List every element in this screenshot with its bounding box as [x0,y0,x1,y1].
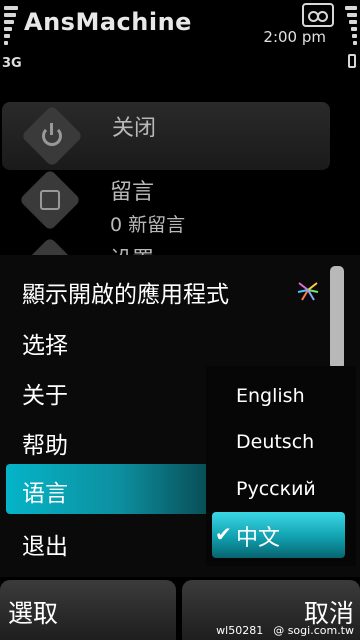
menu-scrollbar[interactable] [330,266,344,370]
menu-item-language[interactable]: 语言 [6,464,236,514]
select-softkey-label: 選取 [8,599,59,628]
select-softkey[interactable]: 選取 [0,580,176,640]
status-bar: 3G AnsMachine 2:00 pm [0,0,360,80]
list-item-messages[interactable]: 留言 0 新留言 [0,166,332,236]
menu-item-help[interactable]: 帮助 [22,426,68,460]
language-option-english[interactable]: English [236,385,305,407]
answering-machine-icon [302,3,334,27]
menu-item-show-open-apps[interactable]: 顯示開啟的應用程式 [22,275,229,309]
menu-item-exit[interactable]: 退出 [22,527,68,561]
network-type: 3G [2,56,22,71]
battery-level-icon [345,6,357,50]
power-icon [20,104,84,168]
clock: 2:00 pm [263,28,326,46]
list-item-label: 关闭 [112,116,157,141]
battery-icon [348,54,356,68]
language-option-russian[interactable]: Русский [236,478,316,500]
app-title: AnsMachine [24,8,192,36]
language-option-deutsch[interactable]: Deutsch [236,431,314,453]
menu-item-select[interactable]: 选择 [22,326,68,360]
checkmark-icon: ✔ [215,522,232,546]
sparkle-icon [297,282,319,301]
language-option-label: 中文 [236,526,281,551]
list-item-close[interactable]: 关闭 [2,102,330,170]
list-item-label: 留言 [110,180,155,205]
watermark: wl50281 @ sogi.com.tw [216,624,354,637]
menu-item-about[interactable]: 关于 [22,376,68,410]
list-item-sublabel: 0 新留言 [110,214,186,236]
language-option-chinese[interactable]: ✔ 中文 [212,512,345,558]
watermark-id: wl50281 [216,624,264,637]
watermark-site: @ sogi.com.tw [273,624,354,637]
signal-strength-icon [4,6,18,50]
cassette-icon [18,168,82,232]
menu-item-label: 语言 [22,481,68,507]
